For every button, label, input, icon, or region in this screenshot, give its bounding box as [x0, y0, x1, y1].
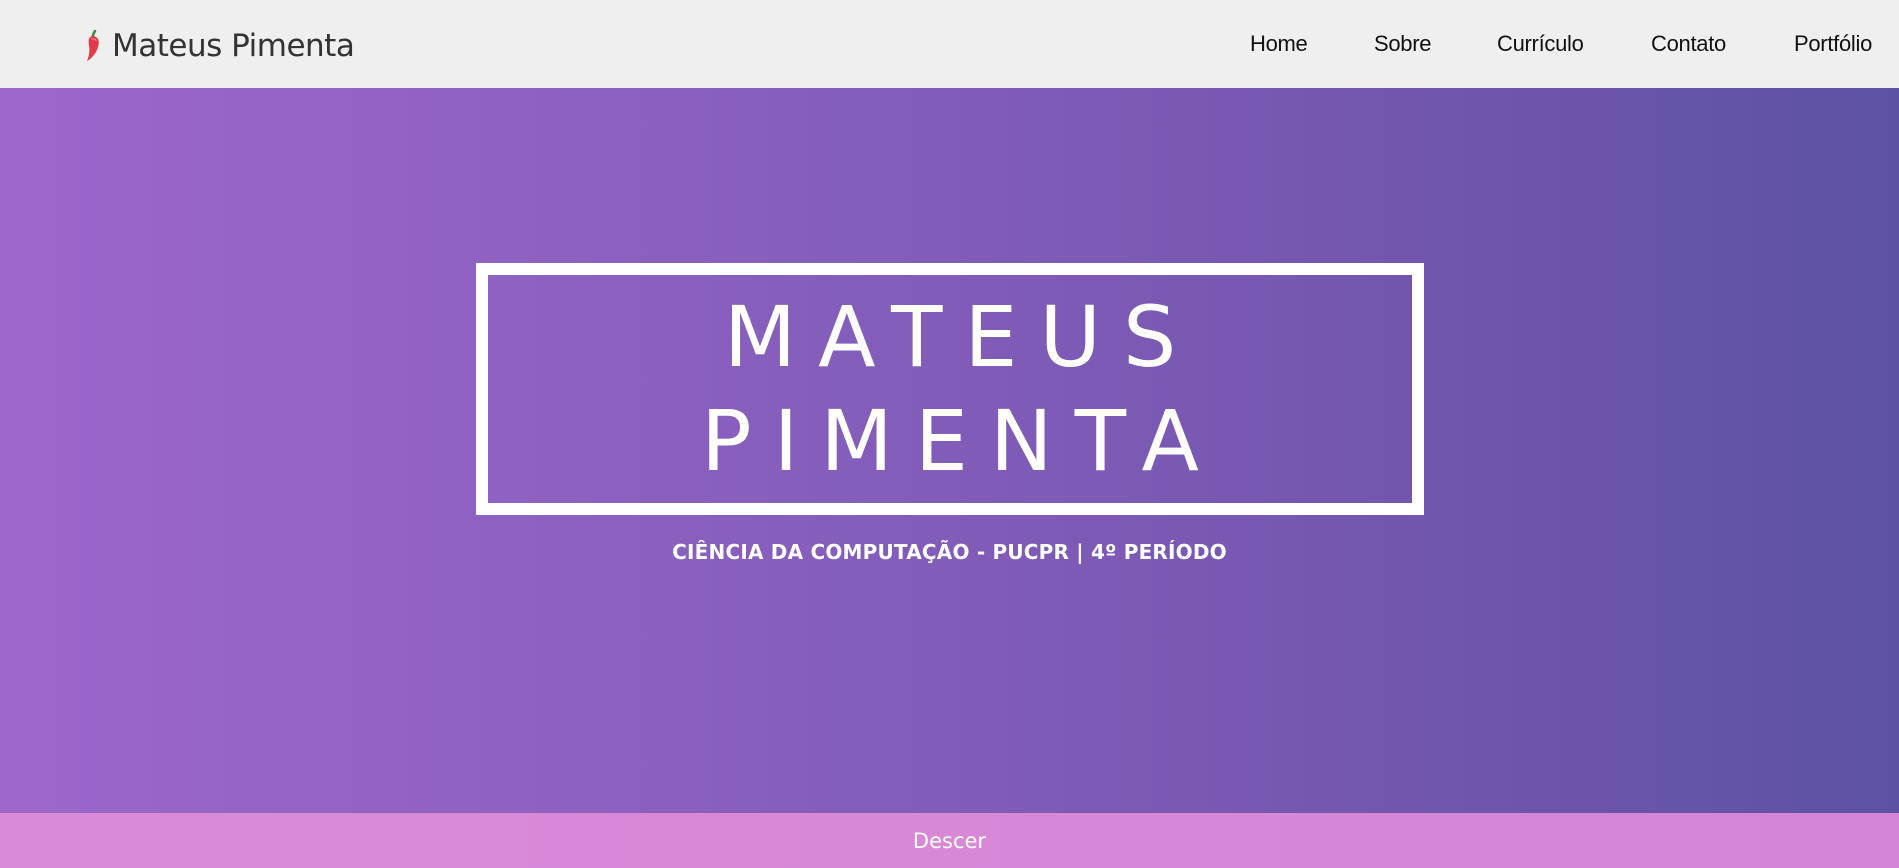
hero-title-box: MATEUS PIMENTA [476, 263, 1424, 515]
scroll-down-button[interactable]: Descer [913, 829, 986, 853]
chili-pepper-icon [84, 29, 104, 63]
hero-section: MATEUS PIMENTA CIÊNCIA DA COMPUTAÇÃO - P… [0, 88, 1899, 813]
nav-item-portfolio[interactable]: Portfólio [1794, 31, 1872, 57]
hero-title-last-name: PIMENTA [700, 392, 1222, 490]
hero-subtitle: CIÊNCIA DA COMPUTAÇÃO - PUCPR | 4º PERÍO… [672, 540, 1227, 564]
hero-title-first-name: MATEUS [723, 288, 1199, 386]
nav-item-curriculo[interactable]: Currículo [1497, 31, 1584, 57]
brand-name: Mateus Pimenta [112, 28, 355, 64]
nav-item-home[interactable]: Home [1250, 31, 1308, 57]
nav-item-contato[interactable]: Contato [1651, 31, 1726, 57]
navbar: Mateus Pimenta Home Sobre Currículo Cont… [0, 0, 1899, 88]
scroll-down-bar[interactable]: Descer [0, 813, 1899, 868]
nav-item-sobre[interactable]: Sobre [1374, 31, 1432, 57]
brand-link[interactable]: Mateus Pimenta [84, 26, 355, 66]
